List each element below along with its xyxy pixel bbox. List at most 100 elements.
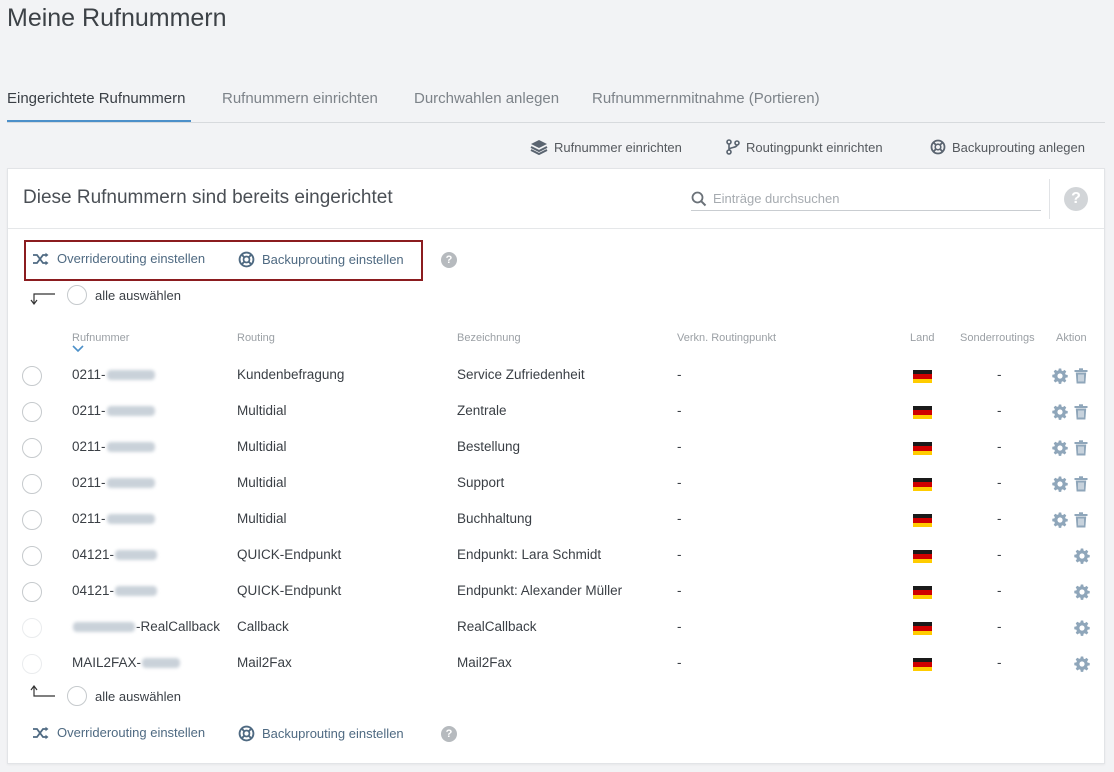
select-all-bottom[interactable]: alle auswählen — [67, 686, 181, 706]
column-header-sonderroutings[interactable]: Sonderroutings — [960, 332, 1035, 344]
row-select-radio[interactable] — [22, 654, 42, 674]
gear-icon[interactable] — [1052, 440, 1068, 456]
row-sonderroutings: - — [997, 547, 1002, 562]
redacted-digits — [115, 550, 158, 561]
row-select-radio[interactable] — [22, 546, 42, 566]
row-routing: Multidial — [237, 511, 287, 526]
row-actions — [1052, 440, 1088, 456]
row-select-radio[interactable] — [22, 618, 42, 638]
column-header-verkn-routingpunkt[interactable]: Verkn. Routingpunkt — [677, 332, 776, 344]
gear-icon[interactable] — [1074, 548, 1090, 564]
germany-flag-icon — [913, 658, 932, 671]
gear-icon[interactable] — [1074, 656, 1090, 672]
column-header-rufnummer[interactable]: Rufnummer — [72, 332, 129, 344]
row-select-radio[interactable] — [22, 510, 42, 530]
column-header-bezeichnung[interactable]: Bezeichnung — [457, 332, 521, 344]
row-verkn-routingpunkt: - — [677, 475, 682, 490]
row-sonderroutings: - — [997, 367, 1002, 382]
row-routing: QUICK-Endpunkt — [237, 583, 342, 598]
germany-flag-icon — [913, 442, 932, 455]
row-select-radio[interactable] — [22, 366, 42, 386]
override-routing-button-bottom[interactable]: Overriderouting einstellen — [32, 725, 205, 740]
trash-icon[interactable] — [1074, 368, 1088, 384]
row-actions — [1074, 584, 1090, 600]
panel-title: Diese Rufnummern sind bereits eingericht… — [23, 187, 393, 208]
select-all-radio[interactable] — [67, 285, 87, 305]
row-select-radio[interactable] — [22, 582, 42, 602]
gear-icon[interactable] — [1052, 512, 1068, 528]
help-icon[interactable]: ? — [441, 726, 457, 742]
row-select-radio[interactable] — [22, 438, 42, 458]
row-actions — [1074, 656, 1090, 672]
lifebuoy-icon — [238, 251, 255, 268]
trash-icon[interactable] — [1074, 440, 1088, 456]
row-routing: Multidial — [237, 403, 287, 418]
lifebuoy-icon — [930, 139, 946, 155]
row-number: MAIL2FAX- — [72, 655, 181, 670]
redacted-digits — [106, 478, 155, 489]
row-sonderroutings: - — [997, 619, 1002, 634]
row-sonderroutings: - — [997, 511, 1002, 526]
row-actions — [1052, 404, 1088, 420]
select-all-radio[interactable] — [67, 686, 87, 706]
row-bezeichnung: Endpunkt: Alexander Müller — [457, 583, 623, 598]
row-number: 0211- — [72, 439, 156, 454]
row-verkn-routingpunkt: - — [677, 439, 682, 454]
number-prefix: 0211- — [72, 367, 106, 382]
help-icon[interactable]: ? — [441, 252, 457, 268]
active-tab-indicator — [7, 120, 191, 122]
trash-icon[interactable] — [1074, 512, 1088, 528]
tab-durchwahlen-anlegen[interactable]: Durchwahlen anlegen — [414, 90, 559, 107]
gear-icon[interactable] — [1052, 368, 1068, 384]
tab-rufnummern-einrichten[interactable]: Rufnummern einrichten — [222, 90, 378, 107]
shuffle-icon — [33, 726, 49, 739]
tab-rufnummernmitnahme[interactable]: Rufnummernmitnahme (Portieren) — [592, 90, 820, 107]
table-row: 0211- Multidial Buchhaltung - - — [8, 502, 1104, 538]
number-prefix: MAIL2FAX- — [72, 655, 142, 670]
row-bezeichnung: Support — [457, 475, 505, 490]
table-row: MAIL2FAX- Mail2Fax Mail2Fax - - — [8, 646, 1104, 682]
gear-icon[interactable] — [1074, 584, 1090, 600]
number-prefix: 04121- — [72, 583, 115, 598]
row-verkn-routingpunkt: - — [677, 367, 682, 382]
branch-icon — [726, 139, 740, 155]
page-title: Meine Rufnummern — [7, 4, 227, 32]
row-bezeichnung: Bestellung — [457, 439, 521, 454]
backup-routing-button[interactable]: Backuprouting einstellen — [238, 251, 404, 268]
row-routing: Callback — [237, 619, 289, 634]
row-select-radio[interactable] — [22, 474, 42, 494]
header-divider — [1049, 179, 1050, 219]
trash-icon[interactable] — [1074, 476, 1088, 492]
override-routing-button[interactable]: Overriderouting einstellen — [32, 251, 205, 266]
germany-flag-icon — [913, 370, 932, 383]
row-bezeichnung: Buchhaltung — [457, 511, 533, 526]
sort-chevron-down-icon[interactable] — [72, 345, 84, 353]
row-sonderroutings: - — [997, 439, 1002, 454]
tab-bar: Eingerichtete Rufnummern Rufnummern einr… — [7, 88, 1105, 123]
rufnummer-einrichten-link[interactable]: Rufnummer einrichten — [530, 139, 682, 155]
redacted-digits — [115, 586, 158, 597]
backuprouting-anlegen-label: Backuprouting anlegen — [952, 139, 1085, 155]
row-select-radio[interactable] — [22, 402, 42, 422]
column-header-routing[interactable]: Routing — [237, 332, 275, 344]
tab-eingerichtete-rufnummern[interactable]: Eingerichtete Rufnummern — [7, 90, 185, 107]
row-bezeichnung: Mail2Fax — [457, 655, 512, 670]
number-prefix: 0211- — [72, 475, 106, 490]
gear-icon[interactable] — [1052, 476, 1068, 492]
germany-flag-icon — [913, 406, 932, 419]
select-all-top[interactable]: alle auswählen — [67, 285, 181, 305]
backup-routing-button-bottom[interactable]: Backuprouting einstellen — [238, 725, 404, 742]
column-header-land[interactable]: Land — [910, 332, 934, 344]
trash-icon[interactable] — [1074, 404, 1088, 420]
help-icon[interactable]: ? — [1064, 187, 1088, 211]
row-actions — [1074, 548, 1090, 564]
gear-icon[interactable] — [1052, 404, 1068, 420]
row-verkn-routingpunkt: - — [677, 583, 682, 598]
redacted-digits — [73, 622, 135, 633]
routingpunkt-einrichten-link[interactable]: Routingpunkt einrichten — [726, 139, 883, 155]
gear-icon[interactable] — [1074, 620, 1090, 636]
backuprouting-anlegen-link[interactable]: Backuprouting anlegen — [930, 139, 1085, 155]
search-input[interactable] — [713, 191, 1033, 206]
row-verkn-routingpunkt: - — [677, 655, 682, 670]
numbers-panel: Diese Rufnummern sind bereits eingericht… — [7, 168, 1105, 764]
